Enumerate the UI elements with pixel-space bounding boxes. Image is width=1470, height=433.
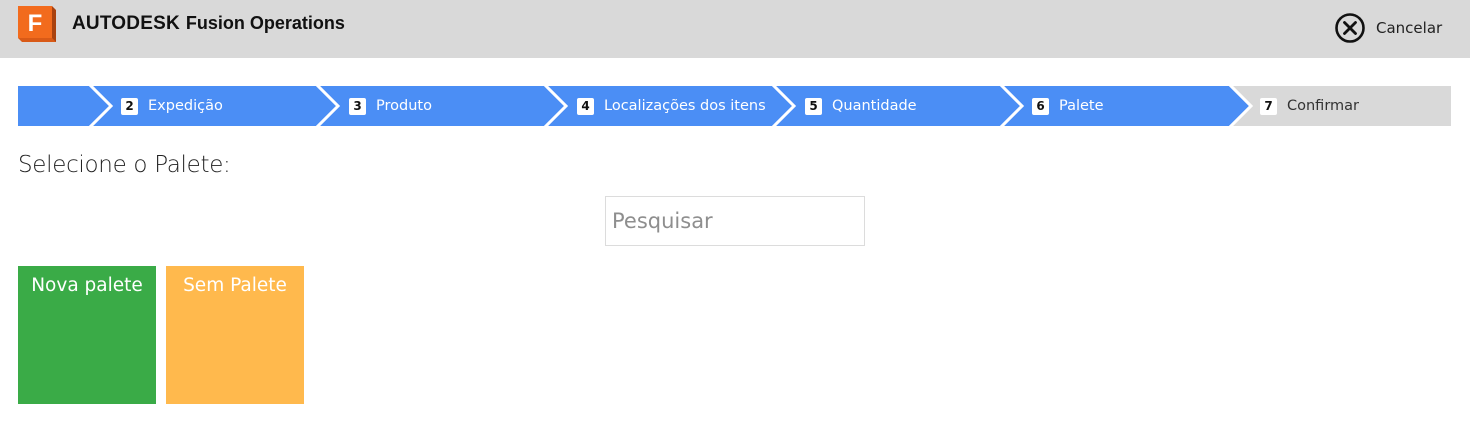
step-label: Localizações dos itens [604,98,766,114]
page-title: Selecione o Palete: [18,152,231,178]
step-localizacoes[interactable]: 4 Localizações dos itens [577,86,766,126]
fusion-logo-icon: F [18,6,62,48]
step-expedicao[interactable]: 2 Expedição [121,86,223,126]
wizard-stepper: 2 Expedição 3 Produto 4 Localizações dos… [18,86,1451,126]
step-label: Expedição [148,98,223,114]
step-number: 2 [121,97,138,115]
logo-letter: F [28,10,43,37]
cancel-button[interactable]: Cancelar [1334,12,1442,44]
step-label: Quantidade [832,98,917,114]
step-label: Produto [376,98,432,114]
step-number: 4 [577,97,594,115]
step-number: 3 [349,97,366,115]
brand-title: AUTODESK Fusion Operations [72,13,345,37]
step-number: 5 [805,97,822,115]
cancel-label: Cancelar [1376,19,1443,37]
step-quantidade[interactable]: 5 Quantidade [805,86,917,126]
step-produto[interactable]: 3 Produto [349,86,432,126]
app-header: F AUTODESK Fusion Operations Cancelar [0,0,1470,58]
step-label: Palete [1059,98,1104,114]
step-number: 6 [1032,97,1049,115]
step-number: 7 [1260,97,1277,115]
new-pallet-tile[interactable]: Nova palete [18,266,156,404]
no-pallet-tile[interactable]: Sem Palete [166,266,304,404]
product-name: Fusion Operations [185,13,345,33]
brand-name: AUTODESK [72,13,180,34]
close-circle-icon [1335,13,1365,43]
search-input[interactable] [605,196,865,246]
step-confirmar[interactable]: 7 Confirmar [1260,86,1359,126]
step-label: Confirmar [1287,98,1359,114]
step-palete[interactable]: 6 Palete [1032,86,1104,126]
